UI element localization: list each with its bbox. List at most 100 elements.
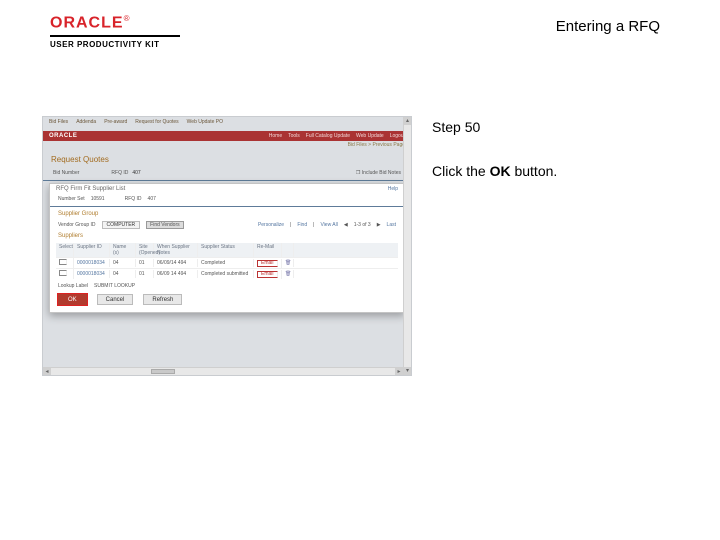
registered-icon: ® [124, 14, 130, 23]
field-label: Lookup Label [58, 283, 88, 289]
cell-status: Completed [198, 259, 254, 267]
nav-item[interactable]: Addenda [76, 119, 96, 129]
content-area: Bid Files Addenda Pre-award Request for … [42, 116, 678, 396]
col-select: Select [56, 243, 74, 257]
cell-supplier-id[interactable]: 0000018034 [74, 270, 110, 278]
app-brand: ORACLE [49, 133, 77, 139]
col-remail: Re-Mail [254, 243, 282, 257]
row-checkbox[interactable] [59, 270, 67, 276]
find-link[interactable]: Find [297, 222, 307, 228]
nav-item[interactable]: Bid Files [49, 119, 68, 129]
panel-title: Request Quotes [43, 151, 411, 168]
cell-site: 01 [136, 259, 154, 267]
oracle-upk-logo: ORACLE® USER PRODUCTIVITY KIT [50, 14, 180, 49]
email-button[interactable]: Email [257, 271, 278, 278]
trash-icon[interactable]: 🗑 [282, 270, 294, 278]
table-row: 0000018034 04 01 06/09/14 494 Completed … [56, 257, 398, 268]
supplier-list-dialog: RFQ Firm Fit Supplier List Help Number S… [49, 183, 405, 313]
last-link[interactable]: Last [387, 222, 396, 228]
divider [43, 180, 411, 181]
meta-row-1: Bid Number RFQ ID407 ❐ Include Bid Notes [43, 168, 411, 178]
viewall-link[interactable]: View All [320, 222, 337, 228]
instruction-panel: Step 50 Click the OK button. [412, 116, 678, 396]
tab-update[interactable]: Web Update [356, 133, 384, 139]
brand-word: ORACLE [50, 14, 124, 31]
scroll-up-icon[interactable]: ▴ [404, 117, 411, 125]
email-button[interactable]: Email [257, 260, 278, 267]
cell-supplier-id[interactable]: 0000018034 [74, 259, 110, 267]
table-row: 0000018034 04 01 06/09 14 494 Completed … [56, 268, 398, 279]
product-name: USER PRODUCTIVITY KIT [50, 40, 180, 49]
section-suppliers: Suppliers [50, 231, 404, 241]
page-header: ORACLE® USER PRODUCTIVITY KIT Entering a… [0, 14, 720, 58]
nav-item[interactable]: Request for Quotes [135, 119, 178, 129]
arrow-left-icon[interactable]: ◀ [344, 222, 348, 228]
col-name: Name (s) [110, 243, 136, 257]
horizontal-scrollbar[interactable]: ◂ ▸ [43, 367, 403, 375]
tab-home[interactable]: Home [269, 133, 282, 139]
dialog-title: RFQ Firm Fit Supplier List [50, 184, 404, 194]
meta-val: 407 [132, 170, 140, 176]
tab-tools[interactable]: Tools [288, 133, 300, 139]
meta-key: RFQ ID [111, 170, 128, 176]
dialog-buttons: OK Cancel Refresh [50, 291, 404, 308]
col-orig: When Supplier Notes [154, 243, 198, 257]
page-title: Entering a RFQ [556, 18, 660, 35]
cell-site: 01 [136, 270, 154, 278]
field-value: 10591 [91, 196, 105, 202]
personalize-link[interactable]: Personalize [258, 222, 284, 228]
separator: | [290, 222, 291, 228]
instruction-line: Click the OK button. [432, 160, 678, 182]
scroll-left-icon[interactable]: ◂ [43, 368, 51, 375]
col-site: Site (Opened) [136, 243, 154, 257]
supplier-table: Select Supplier ID Name (s) Site (Opened… [56, 243, 398, 279]
nav-item[interactable]: Pre-award [104, 119, 127, 129]
training-screenshot: Bid Files Addenda Pre-award Request for … [42, 116, 412, 376]
divider [50, 206, 404, 207]
table-body: 0000018034 04 01 06/09/14 494 Completed … [56, 257, 398, 279]
app-brandbar: ORACLE Home Tools Full Catalog Update We… [43, 131, 411, 141]
checkbox-icon[interactable]: ❐ [356, 170, 360, 176]
field-value: 407 [148, 196, 156, 202]
nav-item[interactable]: Web Update PO [187, 119, 223, 129]
scroll-right-icon[interactable]: ▸ [395, 368, 403, 375]
cell-status: Completed submitted [198, 270, 254, 278]
col-delete [282, 243, 294, 257]
step-label: Step 50 [432, 116, 678, 138]
field-label: Vendor Group ID [58, 222, 96, 228]
instruction-prefix: Click the [432, 163, 490, 179]
instruction-button-name: OK [490, 163, 511, 179]
vertical-scrollbar[interactable]: ▴ ▾ [403, 117, 411, 375]
dialog-row-ids: Number Set 10591 RFQ ID 407 [50, 194, 404, 204]
tab-catalog[interactable]: Full Catalog Update [306, 133, 350, 139]
field-label: Number Set [58, 196, 85, 202]
app-topnav: Bid Files Addenda Pre-award Request for … [43, 117, 411, 131]
cell-orig: 06/09 14 494 [154, 270, 198, 278]
cancel-button[interactable]: Cancel [97, 294, 134, 305]
table-header: Select Supplier ID Name (s) Site (Opened… [56, 243, 398, 257]
group-id-input[interactable]: COMPUTER [102, 221, 141, 229]
find-vendors-button[interactable]: Find Vendors [146, 221, 183, 229]
scroll-down-icon[interactable]: ▾ [404, 367, 411, 375]
ok-button[interactable]: OK [58, 294, 87, 305]
arrow-right-icon[interactable]: ▶ [377, 222, 381, 228]
scroll-thumb[interactable] [151, 369, 175, 374]
field-label: RFQ ID [125, 196, 142, 202]
breadcrumb: Bid Files > Previous Page [43, 141, 411, 151]
cell-name: 04 [110, 259, 136, 267]
field-value: SUBMIT LOOKUP [94, 283, 135, 289]
refresh-button[interactable]: Refresh [143, 294, 182, 305]
col-status: Supplier Status [198, 243, 254, 257]
dialog-row-group: Vendor Group ID COMPUTER Find Vendors Pe… [50, 219, 404, 231]
range-text: 1-3 of 3 [354, 222, 371, 228]
help-link[interactable]: Help [388, 186, 398, 192]
logo-divider [50, 35, 180, 37]
section-supplier-group: Supplier Group [50, 209, 404, 219]
separator: | [313, 222, 314, 228]
trash-icon[interactable]: 🗑 [282, 259, 294, 267]
lookup-row: Lookup Label SUBMIT LOOKUP [50, 281, 404, 291]
cell-orig: 06/09/14 494 [154, 259, 198, 267]
row-checkbox[interactable] [59, 259, 67, 265]
col-supplier-id: Supplier ID [74, 243, 110, 257]
meta-key: Bid Number [53, 170, 79, 176]
